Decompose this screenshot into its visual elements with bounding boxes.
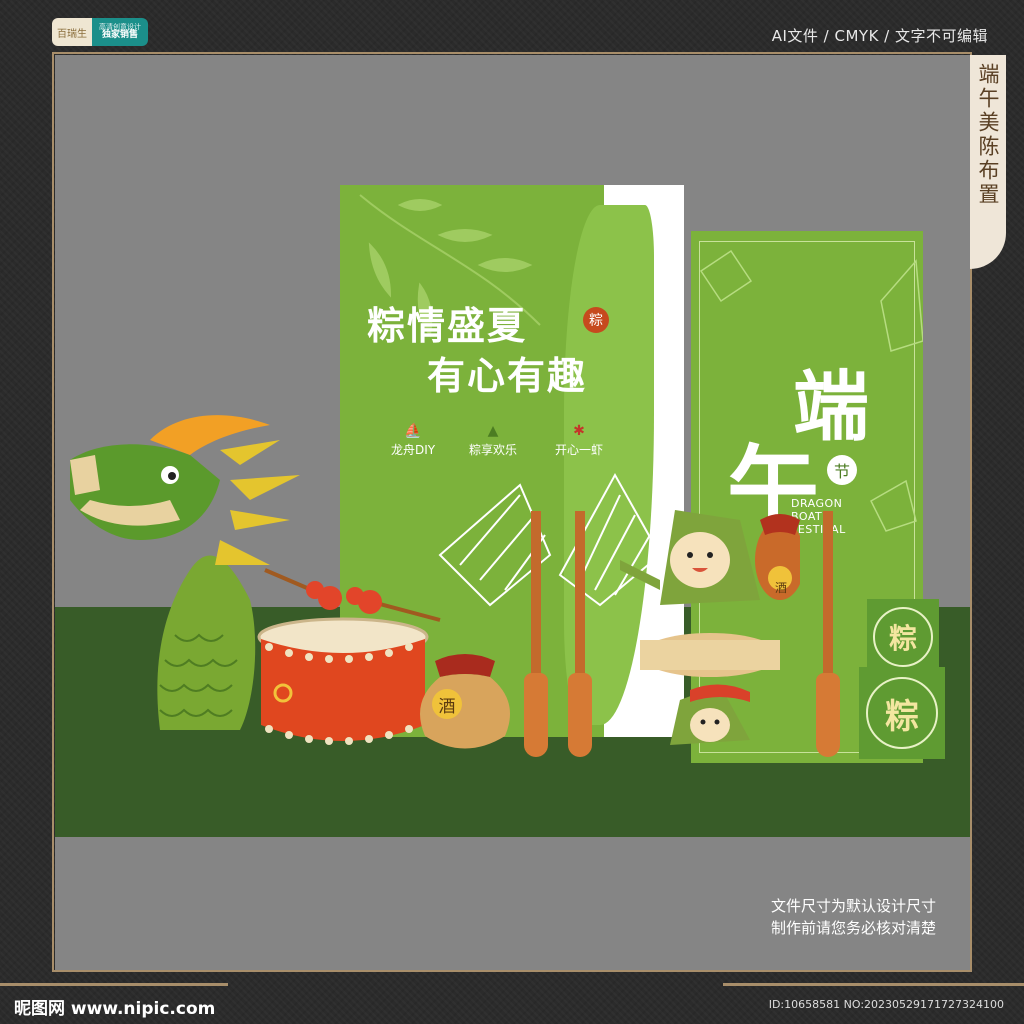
wine-jar: 酒 <box>410 651 520 755</box>
jar-illustration <box>420 654 510 749</box>
zong-stamp: 粽 <box>583 307 609 333</box>
size-notice: 文件尺寸为默认设计尺寸 制作前请您务必核对清楚 <box>771 895 936 939</box>
activity-label: 龙舟DIY <box>391 443 436 457</box>
scene-canvas: 粽情盛夏 粽 有心有趣 ⛵ 龙舟DIY ▲ 粽享欢乐 ✱ 开心一虾 端 午 节 … <box>55 55 970 970</box>
zong-sign-large: 粽 <box>859 667 945 759</box>
side-tab: 端午美陈布置 <box>970 55 1006 269</box>
boat-icon: ⛵ <box>404 423 422 439</box>
side-tab-label: 端午美陈布置 <box>976 63 1000 207</box>
drum-illustration <box>257 617 429 745</box>
footer-rule-right <box>723 983 1024 986</box>
activity-label: 开心一虾 <box>555 443 604 457</box>
badge-sub: 高清创意设计 <box>99 22 141 31</box>
activity-dragon-boat: ⛵ 龙舟DIY <box>391 423 435 458</box>
footer-rule-left <box>0 983 228 986</box>
file-info: AI文件 / CMYK / 文字不可编辑 <box>771 27 988 45</box>
jar-label: 酒 <box>432 689 462 719</box>
activity-label: 粽享欢乐 <box>469 443 518 457</box>
paddle-1-blade <box>524 673 548 757</box>
paddle-3-shaft <box>823 511 833 691</box>
badge-exclusive: 高清创意设计 独家销售 <box>92 18 148 46</box>
paddle-3-blade <box>816 673 840 757</box>
badge-brand: 百瑞生 <box>52 18 92 46</box>
badge-exclusive-label: 独家销售 <box>101 29 138 40</box>
nipic-logo[interactable]: 昵图网 www.nipic.com <box>14 994 215 1019</box>
shrimp-icon: ✱ <box>573 423 585 439</box>
image-id: ID:10658581 NO:20230529171727324100 <box>768 998 1004 1011</box>
zong-sign-text: 粽 <box>873 607 933 667</box>
character-jar-label: 酒 <box>774 580 787 595</box>
notice-line-2: 制作前请您务必核对清楚 <box>770 919 936 937</box>
zongzi-characters-illustration <box>620 510 800 745</box>
zong-sign-text: 粽 <box>866 677 938 749</box>
headline-line-2: 有心有趣 <box>427 354 588 398</box>
zongzi-icon: ▲ <box>487 423 499 439</box>
activity-zongzi: ▲ 粽享欢乐 <box>469 423 517 458</box>
paddle-2-blade <box>568 673 592 757</box>
notice-line-1: 文件尺寸为默认设计尺寸 <box>770 897 936 915</box>
zong-sign-small: 粽 <box>867 599 939 675</box>
headline-line-1: 粽情盛夏 <box>367 304 528 348</box>
paddle-1-shaft <box>531 511 541 691</box>
paddle-2-shaft <box>575 511 585 691</box>
activity-shrimp: ✱ 开心一虾 <box>555 423 603 458</box>
brand-badge: 百瑞生 高清创意设计 独家销售 <box>52 18 148 46</box>
festival-seal: 节 <box>827 455 857 485</box>
